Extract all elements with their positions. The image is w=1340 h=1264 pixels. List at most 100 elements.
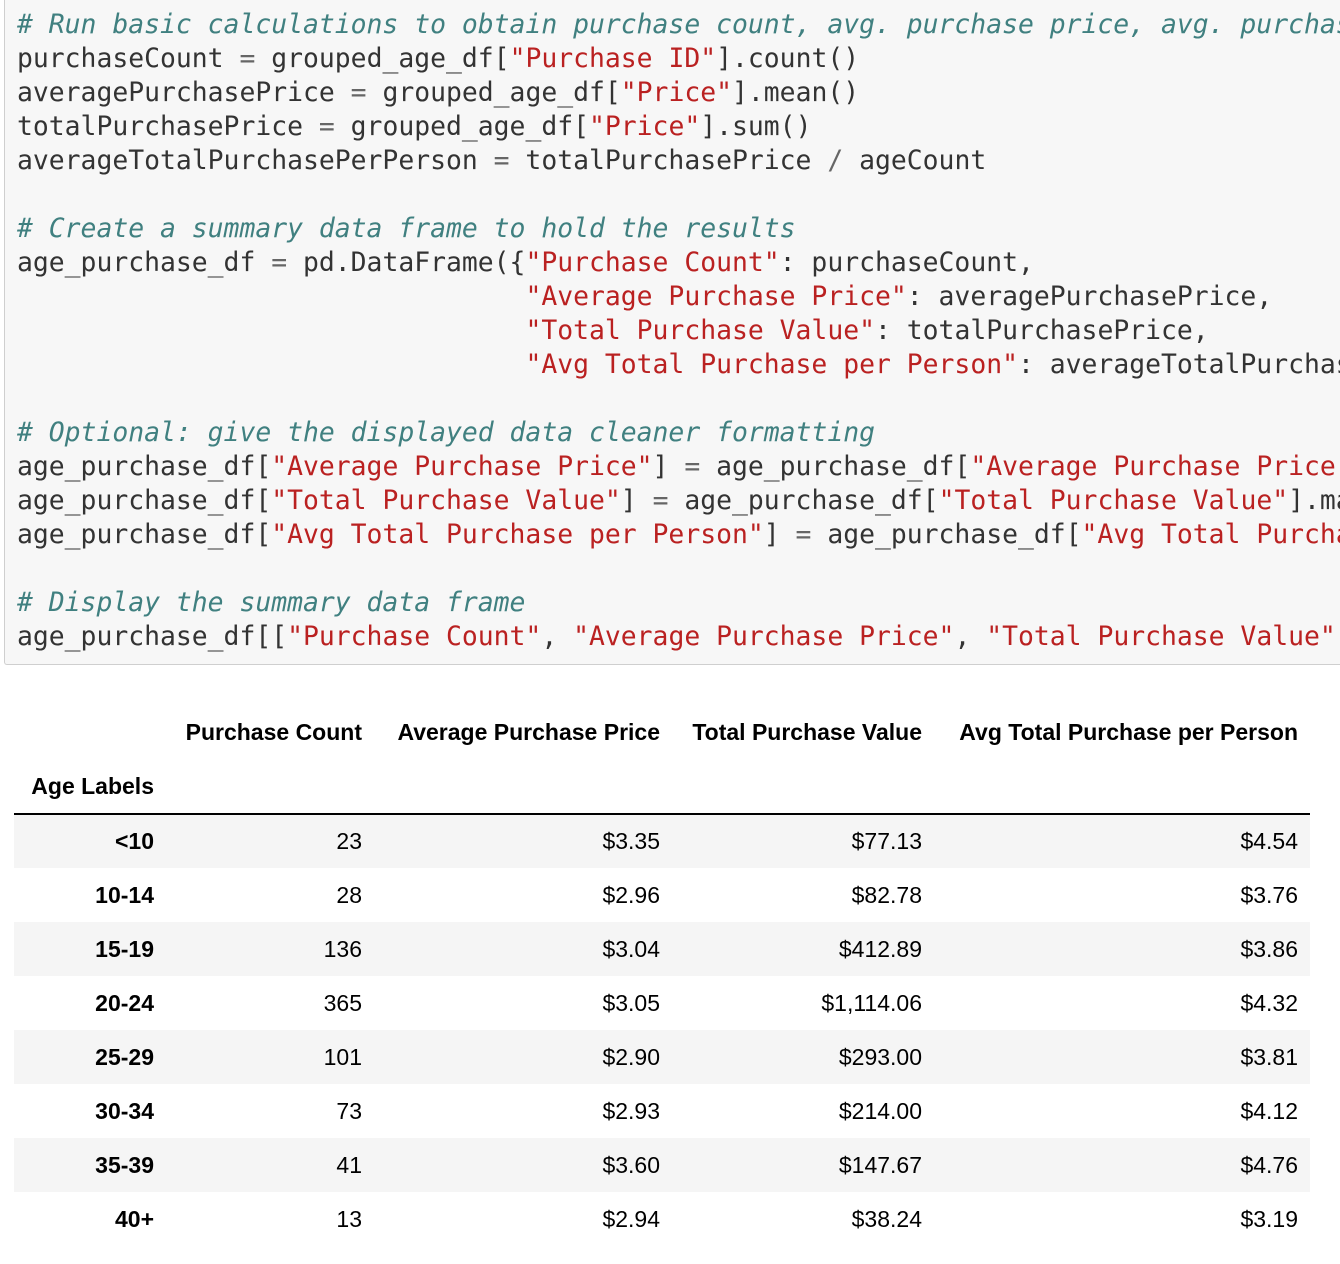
code-token: , [1336, 621, 1340, 652]
table-cell: $4.76 [1240, 1151, 1298, 1178]
table-cell: $3.19 [1240, 1205, 1298, 1232]
code-line: age_purchase_df["Avg Total Purchase per … [17, 518, 1340, 552]
code-line: # Optional: give the displayed data clea… [17, 416, 1340, 450]
code-token: = [652, 485, 669, 516]
summary-table: Purchase Count Average Purchase Price To… [14, 705, 1310, 1246]
row-label: 15-19 [95, 935, 154, 962]
code-token: age_purchase_df[ [700, 451, 971, 482]
header-blank [166, 759, 374, 814]
code-token: ].mean() [732, 77, 860, 108]
table-cell: 41 [336, 1151, 362, 1178]
code-token: : totalPurchasePrice, [875, 315, 1209, 346]
table-row: 25-29 101 $2.90 $293.00 $3.81 [14, 1030, 1310, 1084]
table-cell: 13 [336, 1205, 362, 1232]
index-name: Age Labels [31, 772, 154, 799]
table-cell: $2.94 [602, 1205, 660, 1232]
column-header: Purchase Count [185, 718, 362, 745]
table-cell: 101 [323, 1043, 362, 1070]
index-header-row: Age Labels [14, 759, 1310, 814]
table-cell: $1,114.06 [821, 989, 922, 1016]
code-token: pd.DataFrame({ [287, 247, 526, 278]
code-token: ].map("${:,.2f}".format) [1288, 485, 1340, 516]
code-token: = [795, 519, 812, 550]
code-token: age_purchase_df[ [17, 485, 272, 516]
table-cell: $4.12 [1240, 1097, 1298, 1124]
code-token: ].sum() [700, 111, 812, 142]
code-token: averagePurchasePrice [17, 77, 351, 108]
row-label: <10 [114, 828, 154, 854]
column-header-row: Purchase Count Average Purchase Price To… [14, 705, 1310, 759]
table-cell: $3.76 [1240, 881, 1298, 908]
table-cell: $2.93 [602, 1097, 660, 1124]
table-cell: 73 [336, 1097, 362, 1124]
code-token: / [827, 145, 844, 176]
code-token: : purchaseCount, [779, 247, 1034, 278]
code-string: "Purchase ID" [509, 43, 717, 74]
table-body: <10 23 $3.35 $77.13 $4.54 10-14 28 $2.96 $82.78 $… [14, 814, 1310, 1246]
code-cell[interactable]: # Run basic calculations to obtain purch… [4, 0, 1340, 665]
code-token: : averageTotalPurchasePerPerson}) [1017, 349, 1340, 380]
table-row: 20-24 365 $3.05 $1,114.06 $4.32 [14, 976, 1310, 1030]
code-token: age_purchase_df[[ [17, 621, 288, 652]
table-cell: $147.67 [838, 1151, 922, 1178]
code-string: "Total Purchase Value" [986, 621, 1336, 652]
table-cell: $3.60 [602, 1151, 660, 1178]
code-token: age_purchase_df[ [668, 485, 939, 516]
table-cell: $293.00 [838, 1043, 922, 1070]
row-label: 30-34 [95, 1097, 154, 1124]
code-token: = [239, 43, 256, 74]
code-token: = [350, 77, 367, 108]
code-line: age_purchase_df[["Purchase Count", "Aver… [17, 620, 1340, 654]
code-line: averageTotalPurchasePerPerson = totalPur… [17, 144, 1340, 178]
table-row: 40+ 13 $2.94 $38.24 $3.19 [14, 1192, 1310, 1246]
code-string: "Average Purchase Price" [525, 281, 907, 312]
code-comment: # Optional: give the displayed data clea… [17, 417, 875, 448]
table-cell: $82.78 [851, 881, 922, 908]
code-token: ] [652, 451, 685, 482]
code-line: # Run basic calculations to obtain purch… [17, 8, 1340, 42]
code-line: age_purchase_df["Total Purchase Value"] … [17, 484, 1340, 518]
code-token: = [271, 247, 288, 278]
code-line: purchaseCount = grouped_age_df["Purchase… [17, 42, 1340, 76]
table-cell: $77.13 [851, 828, 922, 854]
column-header: Avg Total Purchase per Person [959, 718, 1298, 745]
code-token: ageCount [843, 145, 987, 176]
code-comment: # Run basic calculations to obtain purch… [17, 9, 1340, 40]
code-token: age_purchase_df[ [811, 519, 1082, 550]
table-row: 30-34 73 $2.93 $214.00 $4.12 [14, 1084, 1310, 1138]
code-line: averagePurchasePrice = grouped_age_df["P… [17, 76, 1340, 110]
code-token: = [684, 451, 701, 482]
code-token: : averagePurchasePrice, [906, 281, 1273, 312]
table-cell: $3.86 [1240, 935, 1298, 962]
table-cell: $3.04 [602, 935, 660, 962]
table-cell: 136 [323, 935, 362, 962]
table-cell: $3.35 [602, 828, 660, 854]
column-header: Average Purchase Price [397, 718, 660, 745]
table-row: 35-39 41 $3.60 $147.67 $4.76 [14, 1138, 1310, 1192]
row-label: 20-24 [95, 989, 154, 1016]
code-string: "Avg Total Purchase per Person" [1081, 519, 1340, 550]
table-cell: $3.05 [602, 989, 660, 1016]
header-blank [934, 759, 1310, 814]
table-cell: 365 [323, 989, 362, 1016]
code-token: averageTotalPurchasePerPerson [17, 145, 494, 176]
header-blank [374, 759, 672, 814]
code-token: grouped_age_df[ [334, 111, 589, 142]
code-string: "Price" [620, 77, 733, 108]
code-token: purchaseCount [17, 43, 240, 74]
code-editor[interactable]: # Run basic calculations to obtain purch… [17, 8, 1340, 654]
code-token: totalPurchasePrice [17, 111, 319, 142]
code-token: age_purchase_df[ [17, 519, 272, 550]
code-string: "Price" [589, 111, 701, 142]
table-row: <10 23 $3.35 $77.13 $4.54 [14, 814, 1310, 868]
table-cell: $4.54 [1240, 828, 1298, 854]
code-string: "Purchase Count" [525, 247, 780, 278]
row-label: 35-39 [95, 1151, 154, 1178]
code-line: age_purchase_df = pd.DataFrame({"Purchas… [17, 246, 1340, 280]
code-string: "Average Purchase Price" [970, 451, 1340, 482]
code-token: age_purchase_df[ [17, 451, 272, 482]
row-label: 40+ [114, 1205, 154, 1232]
code-string: "Total Purchase Value" [938, 485, 1289, 516]
